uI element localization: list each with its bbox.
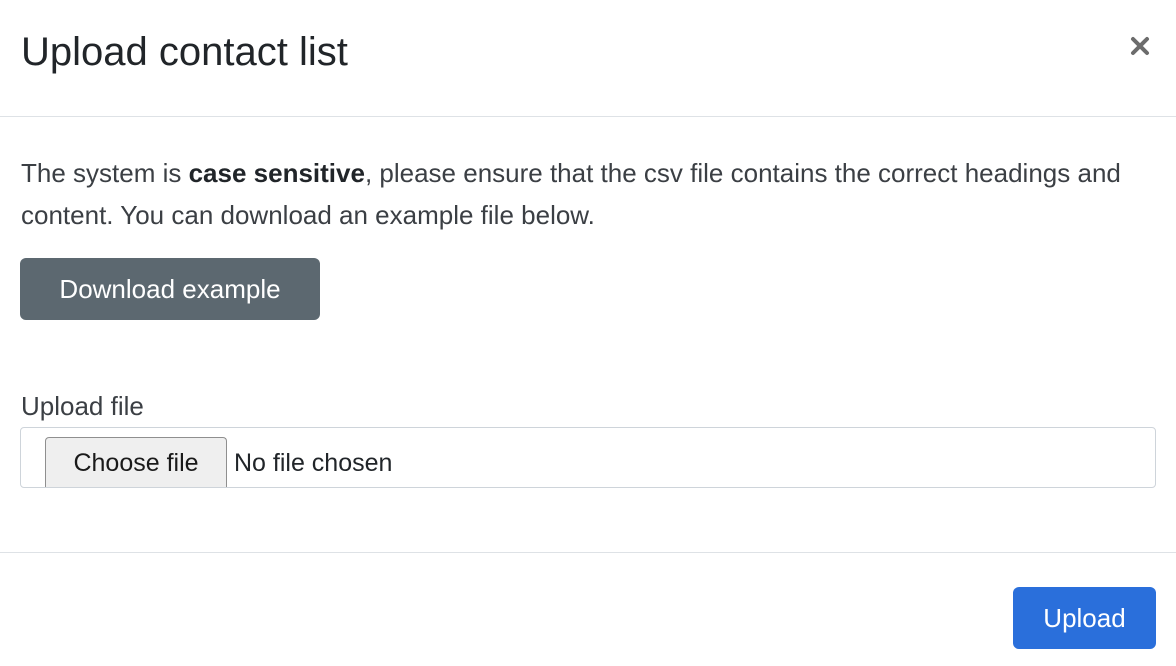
modal-title: Upload contact list (21, 30, 348, 74)
file-status-text: No file chosen (234, 449, 393, 477)
instructions-text-start: The system is (21, 158, 189, 188)
close-icon (1131, 37, 1149, 55)
instructions-emphasis: case sensitive (188, 158, 365, 188)
modal-footer: Upload (0, 552, 1176, 666)
upload-file-label: Upload file (21, 391, 144, 421)
upload-contact-list-modal: Upload contact list The system is case s… (0, 0, 1176, 666)
choose-file-button[interactable]: Choose file (45, 437, 227, 487)
modal-header: Upload contact list (0, 0, 1176, 117)
upload-button[interactable]: Upload (1013, 587, 1156, 649)
file-input[interactable]: Choose file No file chosen (20, 427, 1156, 488)
close-button[interactable] (1124, 26, 1156, 66)
instructions-text: The system is case sensitive, please ens… (21, 152, 1141, 236)
download-example-button[interactable]: Download example (20, 258, 320, 320)
modal-body: The system is case sensitive, please ens… (0, 117, 1176, 552)
